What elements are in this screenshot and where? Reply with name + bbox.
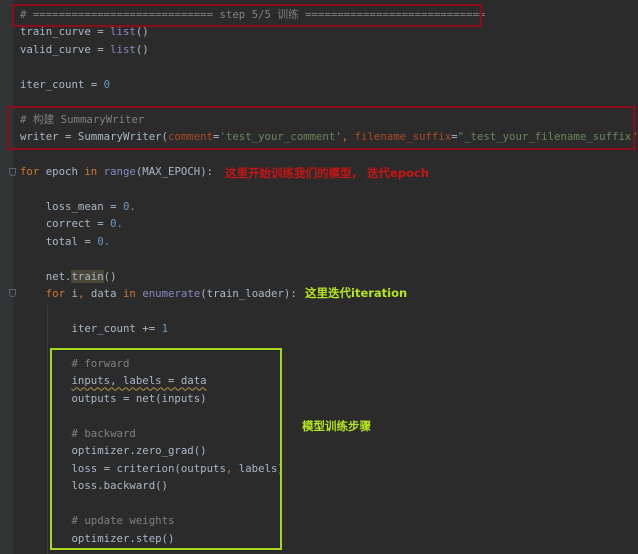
code-token: iter_count = xyxy=(20,77,104,91)
fold-marker-icon[interactable] xyxy=(9,168,16,176)
code-line: loss_mean = 0. xyxy=(20,198,136,215)
code-token: epoch xyxy=(45,165,85,179)
code-line: iter_count += 1 xyxy=(20,320,168,337)
train-steps-annotation: 模型训练步骤 xyxy=(302,419,371,433)
code-token: total = xyxy=(20,234,98,248)
fold-marker-icon[interactable] xyxy=(9,289,16,297)
code-token: for xyxy=(20,165,46,179)
code-token: 0. xyxy=(97,234,111,248)
code-token: 0. xyxy=(110,217,123,231)
code-line: total = 0. xyxy=(20,233,110,250)
code-token: train_curve = xyxy=(20,25,111,39)
code-line: valid_curve = list() xyxy=(20,41,149,58)
code-token: train xyxy=(71,269,104,283)
code-token: () xyxy=(135,42,149,56)
code-token: valid_curve = xyxy=(20,42,111,56)
code-token: range xyxy=(103,165,136,179)
highlight-box-summarywriter xyxy=(7,106,635,150)
code-token: enumerate xyxy=(142,287,201,301)
highlight-box-step-header xyxy=(12,4,482,27)
code-line: iter_count = 0 xyxy=(20,76,110,93)
code-line: net.train() xyxy=(20,268,117,285)
code-token: , xyxy=(77,287,91,301)
code-token: in xyxy=(84,165,104,179)
code-token: data xyxy=(90,287,123,301)
code-token: 0 xyxy=(103,77,111,91)
code-token: (MAX_EPOCH): xyxy=(135,165,214,179)
code-line: for epoch in range(MAX_EPOCH): xyxy=(20,163,213,180)
iteration-annotation: 这里迭代iteration xyxy=(305,286,408,300)
code-token: 0. xyxy=(122,199,136,213)
code-token: correct = xyxy=(20,217,111,231)
highlight-box-train-steps xyxy=(50,348,282,550)
code-token: in xyxy=(123,287,143,301)
code-token: 1 xyxy=(161,322,168,336)
code-token: list xyxy=(110,42,136,56)
epoch-annotation: 这里开始训练我们的模型， 迭代epoch xyxy=(225,166,429,180)
code-token: net. xyxy=(20,269,72,283)
code-token: () xyxy=(103,269,117,283)
code-token: () xyxy=(135,25,149,39)
editor-gutter xyxy=(0,0,13,554)
code-token: (train_loader): xyxy=(200,287,297,301)
code-token: for xyxy=(45,287,72,301)
code-token: loss_mean = xyxy=(20,199,123,213)
code-token: iter_count += xyxy=(20,322,162,336)
code-token: list xyxy=(110,25,136,39)
code-line: correct = 0. xyxy=(20,215,123,232)
code-line: for i, data in enumerate(train_loader): xyxy=(20,285,297,302)
